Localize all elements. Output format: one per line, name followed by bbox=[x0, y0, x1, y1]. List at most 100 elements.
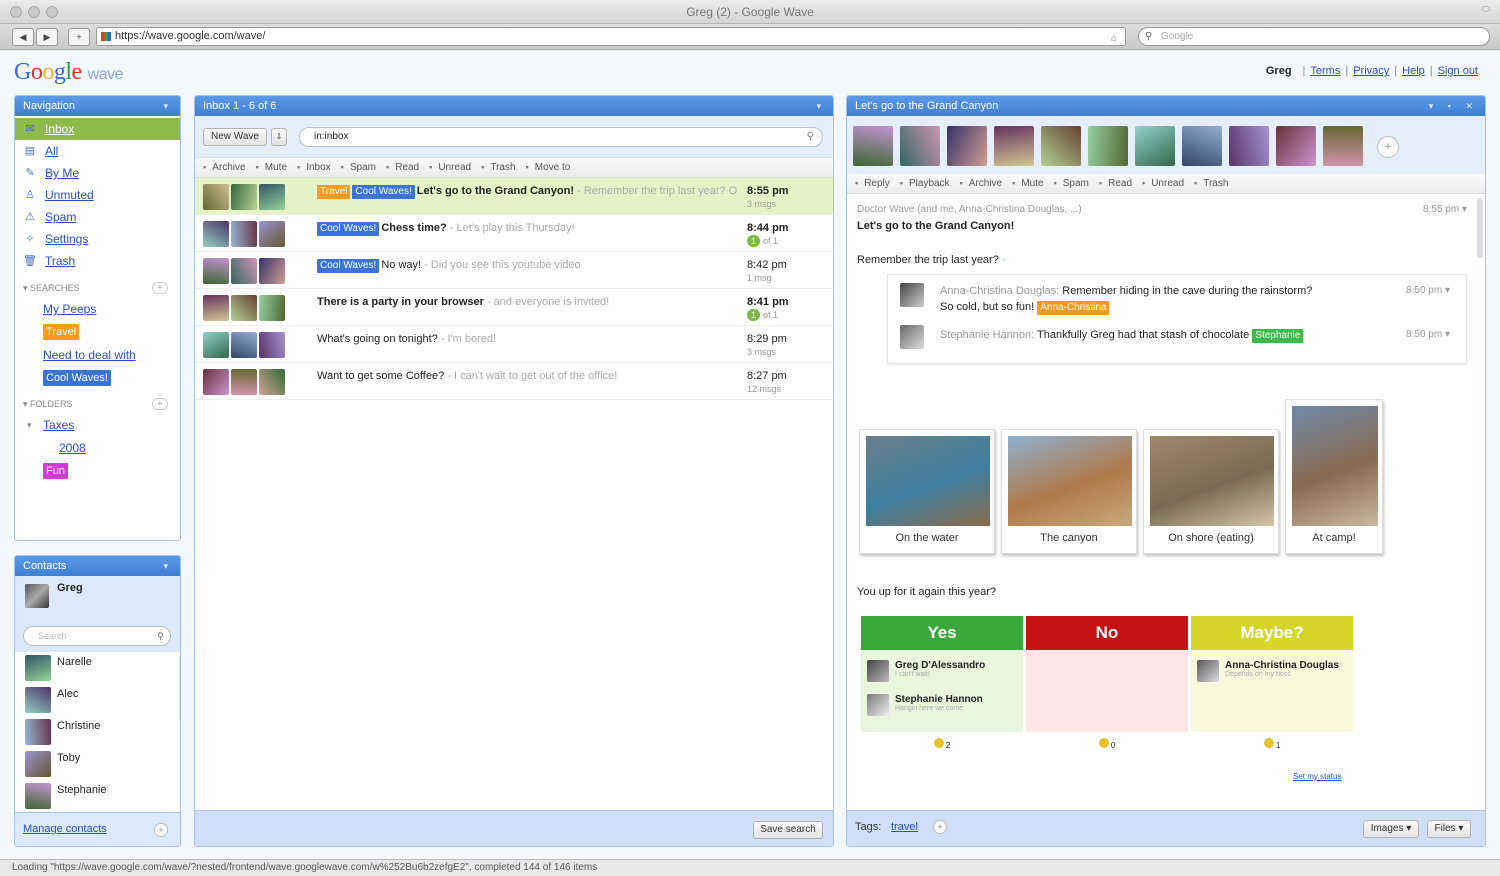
forward-button[interactable]: ▶ bbox=[36, 28, 58, 46]
inbox-header[interactable]: Inbox 1 - 6 of 6 ▾ bbox=[195, 96, 833, 116]
photo[interactable]: On shore (eating) bbox=[1143, 429, 1279, 554]
sign-out-link[interactable]: Sign out bbox=[1438, 65, 1478, 77]
inbox-search-input[interactable]: in:inbox ⚲ bbox=[299, 127, 823, 147]
collapse-icon[interactable]: ▾ bbox=[163, 556, 174, 576]
root-time[interactable]: 8:55 pm ▾ bbox=[1423, 204, 1467, 215]
searches-item[interactable]: Need to deal with bbox=[15, 344, 180, 367]
browser-search-input[interactable]: ⚲ Google bbox=[1138, 27, 1490, 46]
new-wave-button[interactable]: New Wave bbox=[203, 128, 267, 146]
wave-row[interactable]: Cool Waves! No way! - Did you see this yo… bbox=[195, 252, 833, 289]
url-bar[interactable]: https://wave.google.com/wave/ ⌂ bbox=[96, 27, 1126, 46]
reply-time[interactable]: 8:50 pm ▾ bbox=[1406, 285, 1450, 296]
toolbar-trash-button[interactable]: ▪ Trash bbox=[1194, 178, 1238, 189]
manage-contacts-link[interactable]: Manage contacts bbox=[23, 823, 107, 835]
toolbar-label: Archive bbox=[968, 178, 1003, 189]
contact-item[interactable]: Christine bbox=[15, 716, 180, 748]
toolbar-reply-button[interactable]: ▪ Reply bbox=[855, 178, 900, 189]
folders-item[interactable]: ▾ Taxes bbox=[15, 414, 180, 437]
toolbar-mute-button[interactable]: ▪ Mute bbox=[256, 162, 297, 173]
contact-item[interactable]: Narelle bbox=[15, 652, 180, 684]
sidebar-item-inbox[interactable]: ✉ Inbox bbox=[15, 118, 180, 140]
expand-icon[interactable]: ▾ bbox=[27, 414, 32, 437]
toolbar-spam-button[interactable]: ▪ Spam bbox=[341, 162, 386, 173]
add-tag-icon[interactable]: + bbox=[933, 820, 947, 834]
wave-scrollbar[interactable] bbox=[1477, 198, 1483, 258]
save-search-button[interactable]: Save search bbox=[753, 821, 823, 839]
navigation-header[interactable]: Navigation ▾ bbox=[15, 96, 180, 116]
root-text[interactable]: Remember the trip last year? ◦ bbox=[857, 254, 1006, 266]
vote-no-button[interactable]: No bbox=[1026, 616, 1188, 650]
searches-item[interactable]: Cool Waves! bbox=[15, 367, 180, 390]
sidebar-item-trash[interactable]: 🗑 Trash bbox=[15, 250, 180, 272]
files-button[interactable]: Files ▾ bbox=[1427, 820, 1471, 838]
toolbar-trash-button[interactable]: ▪ Trash bbox=[481, 162, 525, 173]
wave-row[interactable]: Cool Waves! Chess time? - Let's play this… bbox=[195, 215, 833, 252]
sidebar-item-by-me[interactable]: ✎ By Me bbox=[15, 162, 180, 184]
toolbar-toggle-icon[interactable]: ⬭ bbox=[1481, 4, 1490, 15]
toolbar-move-to-button[interactable]: ▪ Move to bbox=[526, 162, 581, 173]
folders-item[interactable]: Fun bbox=[15, 460, 180, 483]
sidebar-item-spam[interactable]: ⚠ Spam bbox=[15, 206, 180, 228]
reply-time[interactable]: 8:50 pm ▾ bbox=[1406, 329, 1450, 340]
sidebar-item-settings[interactable]: ✧ Settings bbox=[15, 228, 180, 250]
searches-header[interactable]: ▾ SEARCHES + bbox=[15, 278, 180, 298]
toolbar-mute-button[interactable]: ▪ Mute bbox=[1012, 178, 1053, 189]
window-controls-icon[interactable]: ▾ ▪ ✕ bbox=[1429, 96, 1479, 116]
contact-item[interactable]: Stephanie bbox=[15, 780, 180, 812]
privacy-link[interactable]: Privacy bbox=[1353, 65, 1389, 77]
add-folder-icon[interactable]: + bbox=[152, 398, 168, 410]
toolbar-archive-button[interactable]: ▪ Archive bbox=[203, 162, 256, 173]
set-status-link[interactable]: Set my status bbox=[1293, 772, 1341, 781]
avatar bbox=[231, 258, 257, 284]
contacts-header[interactable]: Contacts ▾ bbox=[15, 556, 180, 576]
toolbar-read-button[interactable]: ▪ Read bbox=[386, 162, 429, 173]
folders-header[interactable]: ▾ FOLDERS + bbox=[15, 394, 180, 414]
wave-row[interactable]: Want to get some Coffee? - I can't wait … bbox=[195, 363, 833, 400]
wave-row[interactable]: Travel Cool Waves! Let's go to the Grand C… bbox=[195, 178, 833, 215]
contacts-scrollbar[interactable] bbox=[179, 656, 180, 720]
wave-row[interactable]: What's going on tonight? - I'm bored! 8:2… bbox=[195, 326, 833, 363]
back-button[interactable]: ◀ bbox=[12, 28, 34, 46]
searches-title: SEARCHES bbox=[30, 283, 80, 293]
collapse-icon[interactable]: ▾ bbox=[816, 96, 827, 116]
sidebar-item-unmuted[interactable]: ♙ Unmuted bbox=[15, 184, 180, 206]
folders-item[interactable]: 2008 bbox=[15, 437, 180, 460]
toolbar-spam-button[interactable]: ▪ Spam bbox=[1054, 178, 1099, 189]
add-search-icon[interactable]: + bbox=[152, 282, 168, 294]
terms-link[interactable]: Terms bbox=[1310, 65, 1340, 77]
help-link[interactable]: Help bbox=[1402, 65, 1425, 77]
wave-header[interactable]: Let's go to the Grand Canyon ▾ ▪ ✕ bbox=[847, 96, 1485, 116]
toolbar-icon: ▪ bbox=[203, 162, 207, 172]
reply-text: Thankfully Greg had that stash of chocol… bbox=[1037, 329, 1250, 341]
pencil-icon: ✎ bbox=[25, 167, 35, 179]
reply-blip[interactable]: Stephanie Hannon: Thankfully Greg had th… bbox=[900, 325, 1460, 359]
contact-search-input[interactable]: Search ⚲ bbox=[23, 626, 171, 646]
toolbar-unread-button[interactable]: ▪ Unread bbox=[429, 162, 481, 173]
contact-item[interactable]: Toby bbox=[15, 748, 180, 780]
new-wave-dropdown[interactable]: ⇩ bbox=[271, 128, 287, 146]
vote-maybe-button[interactable]: Maybe? bbox=[1191, 616, 1353, 650]
collapse-icon[interactable]: ▾ bbox=[163, 96, 174, 116]
sidebar-item-all[interactable]: ▤ All bbox=[15, 140, 180, 162]
toolbar-read-button[interactable]: ▪ Read bbox=[1099, 178, 1142, 189]
vote-yes-button[interactable]: Yes bbox=[861, 616, 1023, 650]
tag-travel[interactable]: travel bbox=[891, 821, 918, 833]
add-participant-icon[interactable]: + bbox=[1377, 136, 1399, 158]
toolbar-inbox-button[interactable]: ▪ Inbox bbox=[297, 162, 341, 173]
photo[interactable]: On the water bbox=[859, 429, 995, 554]
photo[interactable]: The canyon bbox=[1001, 429, 1137, 554]
images-button[interactable]: Images ▾ bbox=[1363, 820, 1419, 838]
google-wave-logo[interactable]: Google wave bbox=[14, 59, 124, 86]
toolbar-unread-button[interactable]: ▪ Unread bbox=[1142, 178, 1194, 189]
toolbar-archive-button[interactable]: ▪ Archive bbox=[960, 178, 1013, 189]
bookmark-button[interactable]: + bbox=[68, 28, 90, 46]
searches-item[interactable]: My Peeps bbox=[15, 298, 180, 321]
photo[interactable]: At camp! bbox=[1285, 399, 1383, 554]
my-profile[interactable]: Greg bbox=[15, 576, 180, 622]
toolbar-playback-button[interactable]: ▪ Playback bbox=[900, 178, 960, 189]
contact-item[interactable]: Alec bbox=[15, 684, 180, 716]
add-contact-icon[interactable]: + bbox=[154, 823, 168, 837]
searches-item[interactable]: Travel bbox=[15, 321, 180, 344]
reply-blip[interactable]: Anna-Christina Douglas: Remember hiding … bbox=[900, 283, 1460, 317]
wave-row[interactable]: There is a party in your browser - and e… bbox=[195, 289, 833, 326]
